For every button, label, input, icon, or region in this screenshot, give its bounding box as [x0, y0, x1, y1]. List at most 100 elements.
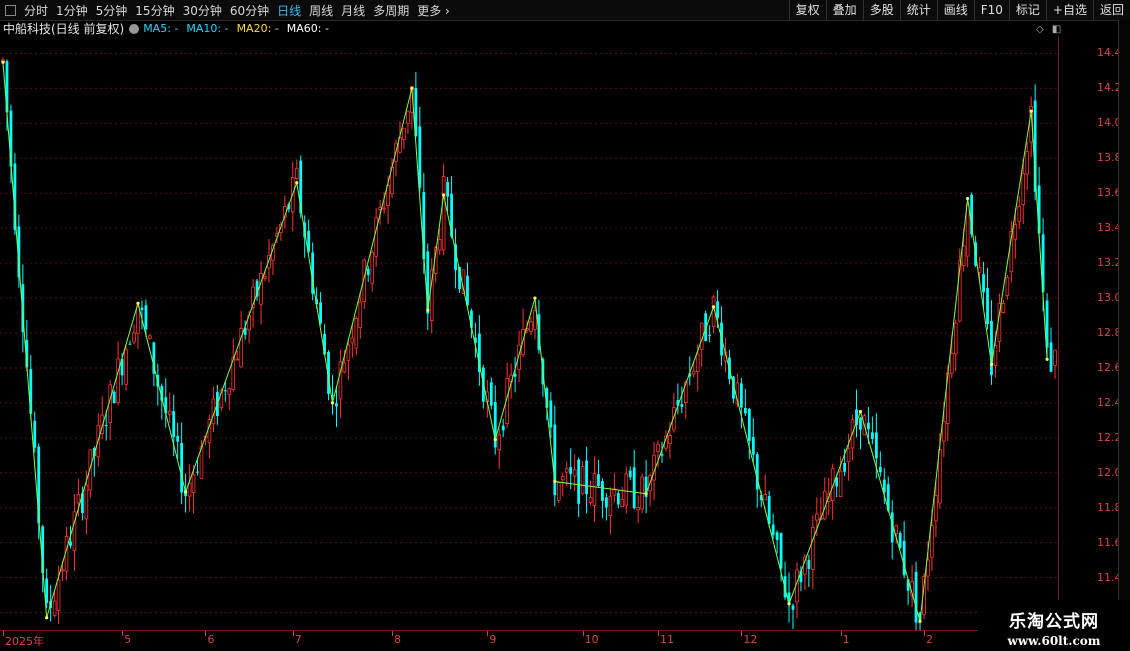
candle-body [342, 362, 347, 373]
candle-body [914, 571, 918, 623]
period-tab-0[interactable]: 分时 [21, 2, 51, 19]
period-tab-8[interactable]: 月线 [338, 2, 368, 19]
candle-body [60, 569, 65, 572]
watermark-title: 乐淘公式网 [1009, 612, 1099, 632]
candle-body [366, 268, 370, 276]
period-tab-4[interactable]: 30分钟 [180, 2, 225, 19]
tool-button-1[interactable]: 叠加 [825, 0, 863, 20]
watermark-url: www.60lt.com [1007, 634, 1101, 648]
candle [112, 390, 116, 404]
candle [362, 258, 367, 309]
date-tick-label: 8 [394, 633, 402, 646]
candle-body [418, 126, 422, 188]
candle-body [52, 600, 57, 616]
diamond-icon[interactable]: ◇ [1036, 24, 1044, 35]
period-tab-6[interactable]: 日线 [274, 2, 304, 19]
zigzag-pivot [711, 305, 716, 309]
candle [870, 416, 874, 445]
candle-body [1049, 342, 1053, 372]
candle [406, 110, 410, 134]
candle-body [695, 353, 700, 372]
candle-body [1053, 349, 1057, 366]
candle [597, 459, 600, 488]
candle [560, 472, 565, 497]
candle-body [680, 404, 684, 407]
tool-button-4[interactable]: 画线 [936, 0, 974, 20]
candle [850, 414, 855, 461]
candle [319, 292, 322, 326]
kline-chart[interactable] [0, 36, 1118, 630]
candle [529, 316, 533, 336]
period-tab-9[interactable]: 多周期 [370, 2, 412, 19]
tool-button-8[interactable]: 返回 [1092, 0, 1130, 20]
candle-body [136, 306, 140, 334]
candle-body [608, 495, 613, 516]
period-tab-2[interactable]: 5分钟 [93, 2, 131, 19]
candle-body [624, 473, 629, 506]
tool-button-0[interactable]: 复权 [788, 0, 826, 20]
candle-body [556, 482, 561, 501]
candle-body [601, 481, 604, 501]
tool-button-2[interactable]: 多股 [862, 0, 900, 20]
corner-controls: ◇ ◧ [1036, 24, 1061, 35]
period-tab-3[interactable]: 15分钟 [132, 2, 177, 19]
zigzag-pivot [136, 301, 140, 305]
candle-body [747, 409, 751, 441]
period-tab-7[interactable]: 周线 [306, 2, 336, 19]
tool-button-3[interactable]: 统计 [899, 0, 937, 20]
candle-body [632, 467, 636, 509]
settings-gear-icon[interactable] [129, 23, 140, 34]
candle-body [69, 541, 72, 546]
candle-body [870, 432, 874, 439]
candle-body [1017, 205, 1022, 222]
date-tick-mark [840, 631, 842, 636]
candle-body [953, 322, 958, 355]
date-tick-mark [923, 631, 925, 636]
candle-body [628, 470, 632, 478]
candle-body [585, 460, 588, 495]
tool-button-7[interactable]: +自选 [1045, 0, 1093, 20]
candle [132, 324, 136, 345]
candle-body [223, 390, 227, 392]
ma60-label: MA60: - [286, 22, 329, 35]
candle [180, 422, 184, 505]
panel-toggle-icon[interactable]: ◧ [1052, 24, 1061, 35]
period-list: 分时 1分钟 5分钟 15分钟 30分钟 60分钟 日线 周线 月线 多周期 更多 › [21, 2, 455, 19]
tool-button-6[interactable]: 标记 [1008, 0, 1046, 20]
candle-body [501, 425, 505, 431]
window-square-icon[interactable] [5, 4, 16, 16]
right-side-panel[interactable] [1118, 20, 1130, 630]
date-tick-label: 6 [207, 633, 215, 646]
candle-body [569, 467, 573, 474]
candle-body [180, 442, 184, 493]
candle-body [592, 473, 597, 506]
tool-button-5[interactable]: F10 [973, 0, 1009, 20]
candle [1049, 327, 1053, 373]
candle [187, 464, 192, 512]
candle [167, 392, 172, 423]
candle [370, 250, 374, 292]
candle [564, 461, 569, 486]
candle-body [636, 507, 640, 511]
date-tick-mark [3, 631, 4, 636]
candle-body [708, 335, 712, 337]
candle-body [235, 358, 240, 361]
period-tab-1[interactable]: 1分钟 [53, 2, 91, 19]
candle [176, 422, 180, 460]
candle-body [319, 302, 322, 324]
candle-body [982, 274, 985, 293]
period-tab-10[interactable]: 更多 › [414, 2, 453, 19]
period-toolbar: 分时 1分钟 5分钟 15分钟 30分钟 60分钟 日线 周线 月线 多周期 更多 › 复权 叠加 多股… [0, 0, 1130, 21]
candle-body [1021, 173, 1026, 206]
candle [580, 461, 585, 495]
candle [366, 265, 370, 282]
candle [454, 228, 457, 289]
candle-body [815, 513, 819, 521]
candle-body [124, 349, 128, 385]
candle [783, 561, 787, 600]
candle-body [33, 420, 37, 448]
candle [311, 242, 315, 301]
period-tab-5[interactable]: 60分钟 [227, 2, 272, 19]
date-tick-mark [582, 631, 584, 636]
watermark-logo: 乐淘公式网 www.60lt.com [978, 600, 1130, 650]
